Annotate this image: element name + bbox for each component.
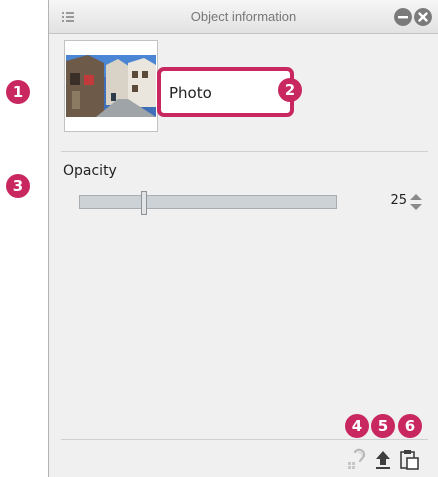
opacity-spinner-icon[interactable] <box>409 193 423 211</box>
callout-marker-4: 4 <box>345 414 369 438</box>
callout-marker-5: 5 <box>371 414 395 438</box>
close-icon[interactable] <box>414 8 432 26</box>
opacity-value[interactable]: 25 <box>390 193 407 208</box>
paste-icon[interactable] <box>398 448 420 470</box>
link-icon[interactable] <box>346 448 368 470</box>
photo-thumbnail <box>66 55 156 117</box>
callout-marker-3: 3 <box>6 174 30 198</box>
object-information-palette: Object information Photo 2 Opacity 25 4 … <box>48 0 438 477</box>
screenshot-root: 1 3 Object information Photo 2 Opacity 2… <box>0 0 438 477</box>
object-thumbnail <box>64 40 158 132</box>
opacity-slider-thumb[interactable] <box>141 191 147 215</box>
minimize-icon[interactable] <box>394 8 412 26</box>
object-name-field[interactable] <box>169 81 279 105</box>
opacity-slider[interactable] <box>79 191 337 215</box>
opacity-label: Opacity <box>63 163 117 179</box>
palette-title: Object information <box>190 9 297 24</box>
callout-marker-2: 2 <box>278 78 302 102</box>
divider <box>61 151 428 152</box>
callout-marker-1: 1 <box>6 80 30 104</box>
divider <box>61 439 428 440</box>
palette-titlebar[interactable]: Object information <box>49 0 438 34</box>
callout-marker-6: 6 <box>398 414 422 438</box>
object-name-field-highlight <box>157 67 294 117</box>
upload-icon[interactable] <box>372 448 394 470</box>
